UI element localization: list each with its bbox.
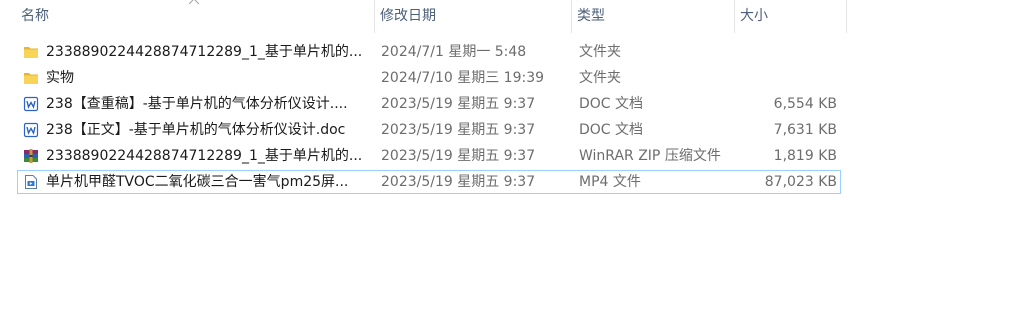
folder-icon (23, 44, 39, 60)
file-explorer: 名称 修改日期 类型 大小 2338890224428874712289_1_基… (0, 0, 1024, 317)
file-name: 单片机甲醛TVOC二氧化碳三合一害气pm25屏... (46, 174, 349, 190)
file-type: MP4 文件 (579, 174, 641, 190)
file-name: 238【查重稿】-基于单片机的气体分析仪设计.... (46, 96, 348, 112)
video-file-icon (23, 174, 39, 190)
file-row[interactable]: 2338890224428874712289_1_基于单片机的... 2024/… (17, 40, 841, 64)
column-header-size[interactable]: 大小 (734, 0, 846, 33)
winrar-archive-icon (23, 148, 39, 164)
column-header-date-modified[interactable]: 修改日期 (374, 0, 571, 33)
file-name: 2338890224428874712289_1_基于单片机的... (46, 44, 363, 60)
column-header-name[interactable]: 名称 (15, 0, 374, 33)
file-size: 7,631 KB (773, 122, 837, 138)
file-size (733, 67, 837, 89)
file-size: 6,554 KB (773, 96, 837, 112)
file-size (733, 41, 837, 63)
file-row-selected[interactable]: 单片机甲醛TVOC二氧化碳三合一害气pm25屏... 2023/5/19 星期五… (17, 170, 841, 194)
file-type: 文件夹 (579, 44, 621, 60)
word-doc-icon (23, 122, 39, 138)
file-row[interactable]: 238【正文】-基于单片机的气体分析仪设计.doc 2023/5/19 星期五 … (17, 118, 841, 142)
file-row[interactable]: 2338890224428874712289_1_基于单片机的... 2023/… (17, 144, 841, 168)
file-name: 238【正文】-基于单片机的气体分析仪设计.doc (46, 122, 346, 138)
file-date-modified: 2023/5/19 星期五 9:37 (381, 148, 536, 164)
file-date-modified: 2024/7/10 星期三 19:39 (381, 70, 545, 86)
file-date-modified: 2023/5/19 星期五 9:37 (381, 174, 536, 190)
file-row[interactable]: 238【查重稿】-基于单片机的气体分析仪设计.... 2023/5/19 星期五… (17, 92, 841, 116)
column-header-bar: 名称 修改日期 类型 大小 (0, 0, 847, 33)
file-date-modified: 2023/5/19 星期五 9:37 (381, 122, 536, 138)
word-doc-icon (23, 96, 39, 112)
file-date-modified: 2024/7/1 星期一 5:48 (381, 44, 527, 60)
file-type: DOC 文档 (579, 122, 644, 138)
folder-icon (23, 70, 39, 86)
file-type: DOC 文档 (579, 96, 644, 112)
file-type: 文件夹 (579, 70, 621, 86)
file-name: 2338890224428874712289_1_基于单片机的... (46, 148, 363, 164)
file-row[interactable]: 实物 2024/7/10 星期三 19:39 文件夹 (17, 66, 841, 90)
file-type: WinRAR ZIP 压缩文件 (579, 148, 721, 164)
file-date-modified: 2023/5/19 星期五 9:37 (381, 96, 536, 112)
column-divider[interactable] (846, 0, 847, 33)
column-header-type[interactable]: 类型 (571, 0, 734, 33)
file-name: 实物 (46, 70, 74, 86)
file-size: 87,023 KB (764, 174, 837, 190)
file-size: 1,819 KB (773, 148, 837, 164)
